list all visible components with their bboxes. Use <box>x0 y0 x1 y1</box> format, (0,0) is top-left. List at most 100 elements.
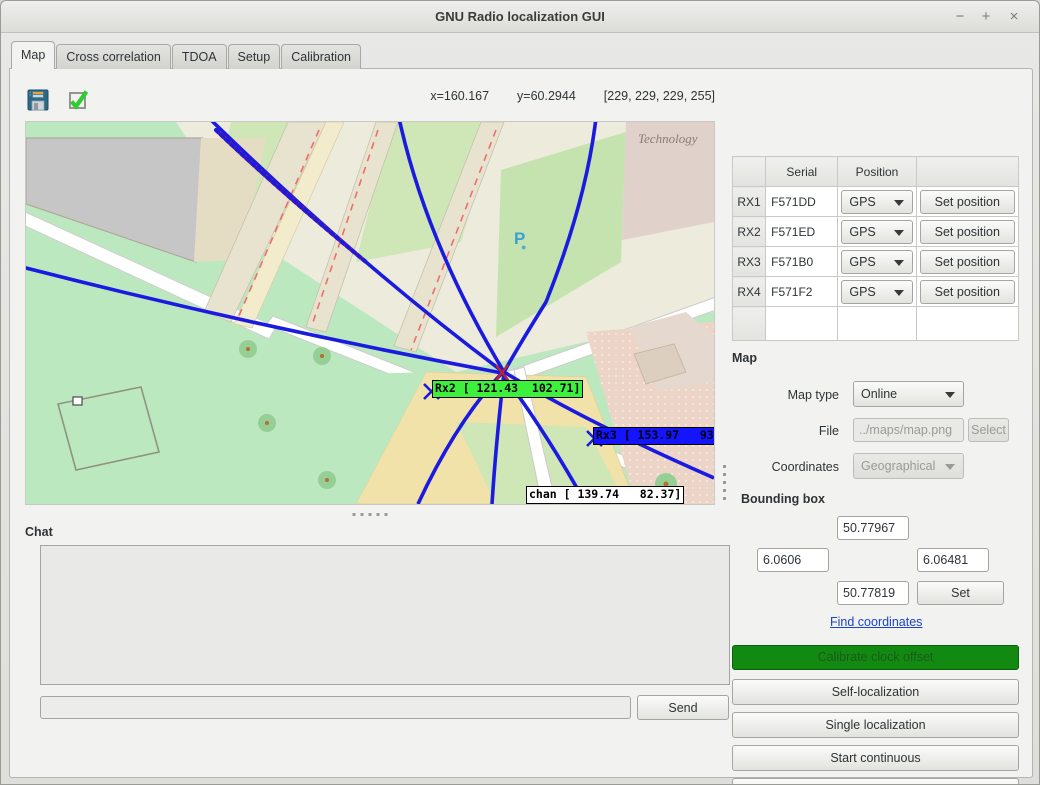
tab-bar: Map Cross correlation TDOA Setup Calibra… <box>11 41 362 69</box>
rx1-id: RX1 <box>731 186 767 217</box>
bbox-north-input[interactable] <box>837 516 909 540</box>
rx3-id: RX3 <box>731 246 767 277</box>
empty-serial-cell <box>765 306 839 341</box>
svg-text:●: ● <box>521 242 526 252</box>
rx4-set-position-button[interactable]: Set position <box>919 279 1015 304</box>
rx2-position-dropdown[interactable]: GPS <box>841 219 913 244</box>
coordinates-value: Geographical <box>861 459 936 473</box>
chevron-down-icon <box>945 464 955 470</box>
th-action <box>915 156 1020 187</box>
empty-position-cell <box>837 306 917 341</box>
map-label-chan: chan [ 139.74 82.37] <box>526 486 685 504</box>
map-label-rx2: Rx2 [ 121.43 102.71] <box>432 380 584 398</box>
rx3-position-dropdown[interactable]: GPS <box>841 249 913 274</box>
coordinates-label: Coordinates <box>771 460 839 474</box>
map-canvas[interactable]: Technology P ● Rx2 [121.43 102.71] Rx3 … <box>25 121 715 505</box>
map-type-label: Map type <box>787 388 839 402</box>
chevron-down-icon <box>893 259 904 266</box>
chevron-down-icon <box>893 289 904 296</box>
map-toolbar <box>25 84 91 116</box>
select-file-button[interactable]: Select <box>968 418 1009 442</box>
tab-setup[interactable]: Setup <box>227 44 281 69</box>
map-label-rx3: Rx3 [ 153.97 93. <box>593 427 714 445</box>
rx4-action-cell: Set position <box>915 276 1020 307</box>
empty-id-cell <box>731 306 767 341</box>
rx1-position-cell: GPS <box>837 186 917 217</box>
rx2-id: RX2 <box>731 216 767 247</box>
maximize-icon[interactable]: + <box>975 6 997 28</box>
table-header-row: Serial Position <box>731 156 1020 187</box>
table-row: RX2 F571ED GPS Set position <box>731 216 1020 247</box>
tab-tdoa[interactable]: TDOA <box>171 44 227 69</box>
map-tab-panel: x=160.167 y=60.2944 [229, 229, 229, 255] <box>9 68 1033 784</box>
rx2-position-value: GPS <box>849 224 876 239</box>
rx3-position-cell: GPS <box>837 246 917 277</box>
file-label: File <box>818 424 839 438</box>
chevron-down-icon <box>945 392 955 398</box>
th-index <box>731 156 767 187</box>
title-bar: GNU Radio localization GUI − + × <box>1 1 1039 33</box>
map-type-value: Online <box>861 387 898 401</box>
rx2-position-cell: GPS <box>837 216 917 247</box>
bbox-east-input[interactable] <box>917 548 989 572</box>
rx3-action-cell: Set position <box>915 246 1020 277</box>
app-window: GNU Radio localization GUI − + × Map Cro… <box>0 0 1040 785</box>
chat-heading: Chat <box>25 525 53 539</box>
tab-map[interactable]: Map <box>11 41 56 69</box>
map-settings-heading: Map <box>732 351 757 365</box>
find-coordinates-link[interactable]: Find coordinates <box>830 615 922 629</box>
rx1-position-value: GPS <box>849 194 876 209</box>
apply-check-icon[interactable] <box>65 87 91 113</box>
receivers-table: Serial Position RX1 F571DD GPS Set posit… <box>731 156 1020 341</box>
save-icon[interactable] <box>25 87 51 113</box>
tab-calibration[interactable]: Calibration <box>281 44 361 69</box>
th-position: Position <box>837 156 917 187</box>
rx1-action-cell: Set position <box>915 186 1020 217</box>
file-path-input[interactable]: ../maps/map.png <box>853 418 964 442</box>
chevron-down-icon <box>893 229 904 236</box>
rx4-serial: F571F2 <box>765 276 839 307</box>
bbox-west-input[interactable] <box>757 548 829 572</box>
right-pane: Serial Position RX1 F571DD GPS Set posit… <box>724 75 1026 784</box>
chevron-down-icon <box>893 199 904 206</box>
rx1-position-dropdown[interactable]: GPS <box>841 189 913 214</box>
minimize-icon[interactable]: − <box>949 6 971 28</box>
th-serial: Serial <box>765 156 839 187</box>
map-graphic: Technology P ● <box>26 122 714 504</box>
bbox-set-button[interactable]: Set <box>917 581 1004 605</box>
splitter-grip-dots <box>352 513 388 516</box>
send-button[interactable]: Send <box>637 695 729 720</box>
empty-action-cell <box>915 306 1020 341</box>
table-row: RX1 F571DD GPS Set position <box>731 186 1020 217</box>
close-icon[interactable]: × <box>1003 6 1025 28</box>
stop-button[interactable]: Stop <box>732 778 1019 784</box>
cursor-x-value: x=160.167 <box>430 89 490 103</box>
svg-text:Technology: Technology <box>638 131 698 146</box>
chat-log[interactable] <box>40 545 730 685</box>
table-row: RX4 F571F2 GPS Set position <box>731 276 1020 307</box>
tab-cross-correlation[interactable]: Cross correlation <box>56 44 171 69</box>
rx2-set-position-button[interactable]: Set position <box>919 219 1015 244</box>
rx3-set-position-button[interactable]: Set position <box>919 249 1015 274</box>
cursor-y-value: y=60.2944 <box>517 89 576 103</box>
coordinates-dropdown[interactable]: Geographical <box>853 453 964 479</box>
rx4-position-value: GPS <box>849 284 876 299</box>
rx1-set-position-button[interactable]: Set position <box>919 189 1015 214</box>
rx1-serial: F571DD <box>765 186 839 217</box>
self-localization-button[interactable]: Self-localization <box>732 679 1019 705</box>
start-continuous-button[interactable]: Start continuous <box>732 745 1019 771</box>
rx3-serial: F571B0 <box>765 246 839 277</box>
rx3-position-value: GPS <box>849 254 876 269</box>
table-empty-row <box>731 306 1020 341</box>
cursor-rgba-value: [229, 229, 229, 255] <box>603 89 715 103</box>
rx4-position-dropdown[interactable]: GPS <box>841 279 913 304</box>
bbox-south-input[interactable] <box>837 581 909 605</box>
single-localization-button[interactable]: Single localization <box>732 712 1019 738</box>
calibrate-clock-offset-button[interactable]: Calibrate clock offset <box>732 645 1019 670</box>
map-type-dropdown[interactable]: Online <box>853 381 964 407</box>
chat-input[interactable] <box>40 696 631 719</box>
rx4-position-cell: GPS <box>837 276 917 307</box>
horizontal-splitter[interactable] <box>25 509 715 521</box>
left-pane: x=160.167 y=60.2944 [229, 229, 229, 255] <box>17 75 730 771</box>
bounding-box-heading: Bounding box <box>741 492 826 506</box>
